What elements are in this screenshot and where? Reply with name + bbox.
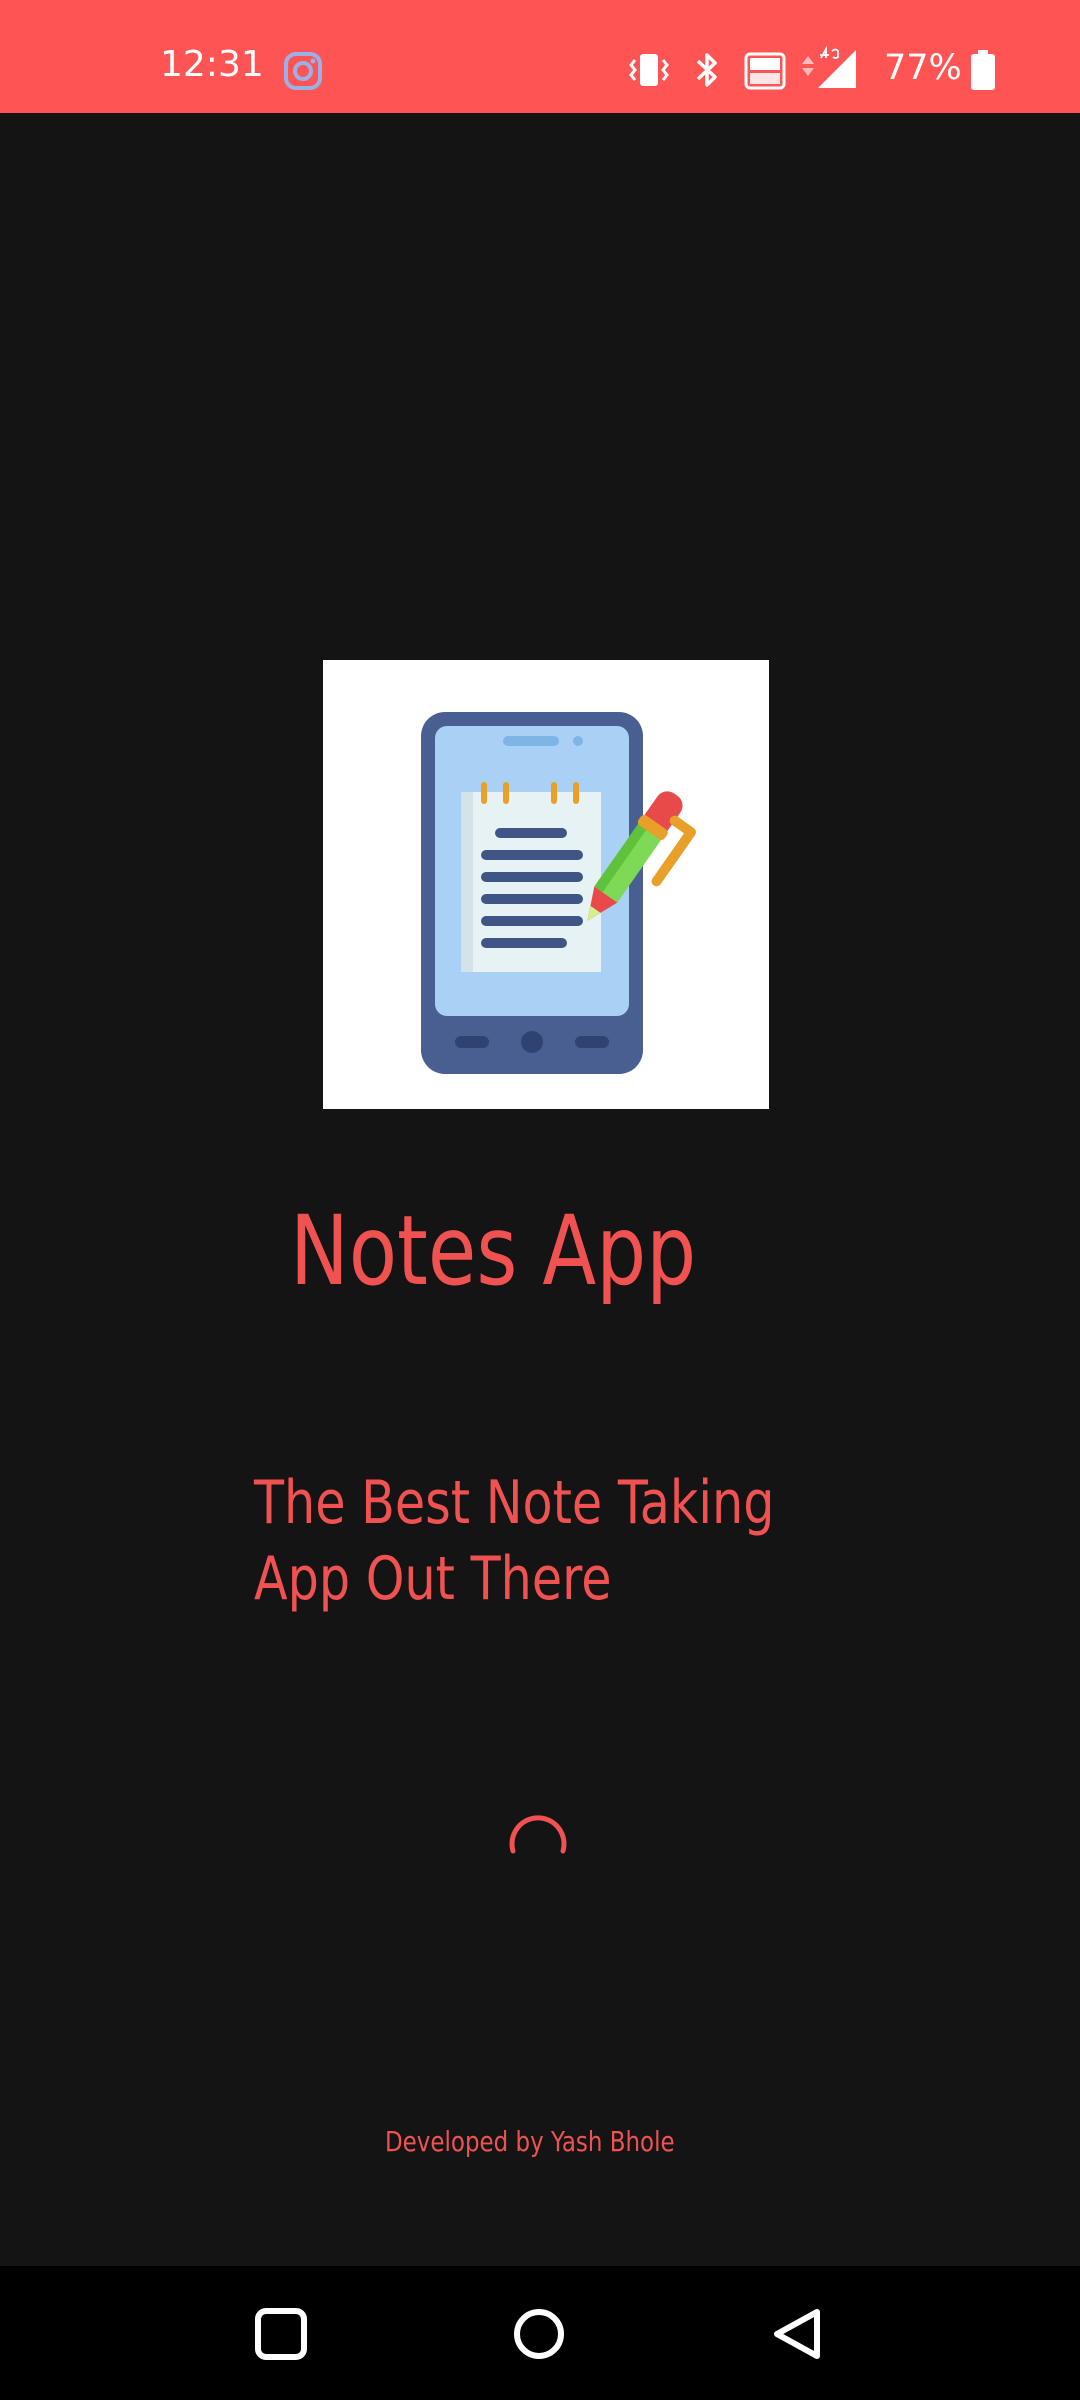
home-icon[interactable] (511, 2306, 567, 2362)
back-icon[interactable] (769, 2306, 825, 2362)
developer-credit: Developed by Yash Bhole (385, 2125, 675, 2158)
status-bar: 12:31 77% (0, 0, 1080, 113)
navigation-bar (0, 2266, 1080, 2400)
vibrate-icon (628, 46, 670, 96)
loading-spinner (505, 1805, 569, 1869)
instagram-icon (284, 52, 322, 90)
battery-icon (968, 46, 998, 96)
app-title: Notes App (290, 1195, 697, 1307)
app-tagline: The Best Note Taking App Out There (254, 1468, 775, 1614)
recents-icon[interactable] (253, 2306, 309, 2362)
battery-percent: 77% (884, 48, 962, 88)
notes-phone-pen-icon (421, 712, 697, 1074)
volte-icon (744, 46, 786, 96)
bluetooth-icon (692, 46, 722, 96)
status-time: 12:31 (160, 44, 264, 85)
app-logo (323, 660, 769, 1109)
signal-4g-icon (796, 45, 858, 96)
